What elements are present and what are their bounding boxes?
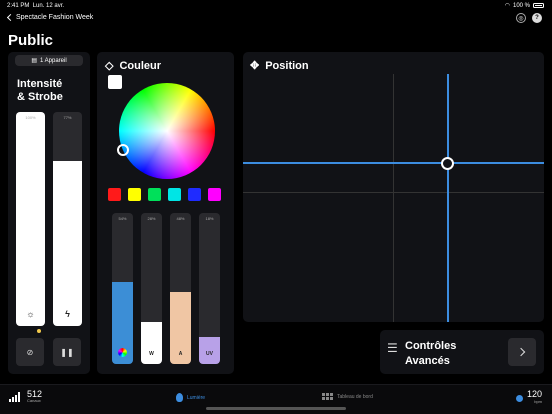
color-swatch[interactable] bbox=[188, 188, 201, 201]
status-time: 2:41 PM Lun. 12 avr. bbox=[7, 3, 65, 9]
slider-fill bbox=[141, 321, 162, 364]
color-value: 54% bbox=[118, 216, 127, 221]
back-label: Spectacle Fashion Week bbox=[16, 14, 94, 21]
strobe-value: 77% bbox=[63, 115, 72, 120]
strobe-slider[interactable]: 77% ϟ bbox=[53, 112, 82, 326]
pause-icon: ❚❚ bbox=[60, 347, 74, 357]
position-pad[interactable] bbox=[243, 74, 544, 322]
tab-dashboard[interactable]: Tableau de bord bbox=[322, 393, 373, 400]
dashboard-icon bbox=[322, 393, 333, 400]
pan-line bbox=[446, 74, 449, 322]
device-icon: ▤ bbox=[31, 58, 37, 64]
white-slider[interactable]: 28% W bbox=[141, 213, 162, 364]
lightning-icon: ϟ bbox=[65, 309, 70, 319]
tilt-line bbox=[243, 162, 544, 165]
bpm-indicator bbox=[515, 394, 523, 402]
white-preset[interactable] bbox=[108, 75, 122, 89]
white-glyph: W bbox=[149, 351, 154, 357]
bpm-control[interactable]: 120 bpm bbox=[515, 390, 542, 406]
color-presets bbox=[108, 188, 221, 201]
color-title: ◇ Couleur bbox=[105, 59, 162, 73]
position-handle[interactable] bbox=[441, 156, 455, 170]
droplet-icon: ◇ bbox=[105, 60, 114, 72]
sun-icon: ☼ bbox=[26, 309, 35, 319]
channels-counter: 512 Canaux bbox=[27, 389, 43, 404]
uv-value: 18% bbox=[205, 216, 214, 221]
color-swatch[interactable] bbox=[208, 188, 221, 201]
battery-percent: 100 % bbox=[512, 2, 530, 9]
page-title: Public bbox=[8, 32, 54, 49]
bulb-icon bbox=[176, 393, 183, 402]
position-panel: ✥ Position bbox=[243, 52, 544, 322]
pause-button[interactable]: ❚❚ bbox=[53, 338, 81, 366]
chevron-right-icon bbox=[516, 347, 525, 357]
nav-actions: ◎ ? bbox=[516, 13, 542, 23]
active-indicator bbox=[37, 329, 41, 333]
device-label: 1 Appareil bbox=[39, 57, 67, 64]
color-wheel[interactable] bbox=[119, 83, 215, 179]
intensity-value: 100% bbox=[25, 115, 36, 120]
nav-bar: Spectacle Fashion Week ◎ ? bbox=[0, 12, 552, 28]
amber-glyph: A bbox=[178, 351, 183, 357]
grid-line bbox=[393, 74, 394, 322]
chevron-left-icon bbox=[6, 13, 15, 22]
color-panel: ◇ Couleur 54% 28% W 48% A 18% UV bbox=[97, 52, 234, 374]
home-indicator bbox=[206, 407, 346, 410]
battery-icon bbox=[533, 3, 544, 8]
blackout-button[interactable]: ⊘ bbox=[16, 338, 44, 366]
slider-fill bbox=[16, 112, 45, 326]
intensity-slider[interactable]: 100% ☼ bbox=[16, 112, 45, 326]
color-swatch[interactable] bbox=[168, 188, 181, 201]
sliders-icon: ☰ bbox=[387, 341, 398, 355]
device-selector[interactable]: ▤ 1 Appareil bbox=[15, 55, 83, 66]
grid-line bbox=[243, 192, 544, 193]
white-value: 28% bbox=[147, 216, 156, 221]
color-slider[interactable]: 54% bbox=[112, 213, 133, 364]
status-bar: 2:41 PM Lun. 12 avr. ◠ 100 % bbox=[0, 0, 552, 12]
signal-icon bbox=[9, 392, 20, 402]
move-icon: ✥ bbox=[250, 60, 260, 72]
amber-slider[interactable]: 48% A bbox=[170, 213, 191, 364]
light-off-icon: ⊘ bbox=[26, 347, 34, 357]
help-icon[interactable]: ? bbox=[532, 13, 542, 23]
color-swatch[interactable] bbox=[148, 188, 161, 201]
color-wheel-icon bbox=[112, 348, 133, 359]
settings-icon[interactable]: ◎ bbox=[516, 13, 526, 23]
color-swatch[interactable] bbox=[128, 188, 141, 201]
slider-fill bbox=[53, 161, 82, 326]
tab-lumiere[interactable]: Lumière bbox=[176, 393, 205, 402]
uv-slider[interactable]: 18% UV bbox=[199, 213, 220, 364]
wifi-icon: ◠ bbox=[504, 3, 510, 9]
color-wheel-handle[interactable] bbox=[117, 144, 129, 156]
intensity-panel: ▤ 1 Appareil Intensité & Strobe 100% ☼ 7… bbox=[8, 52, 90, 374]
position-title: ✥ Position bbox=[250, 59, 309, 73]
status-icons: ◠ 100 % bbox=[505, 2, 544, 9]
intensity-title: Intensité & Strobe bbox=[17, 78, 63, 103]
advanced-controls-card[interactable]: ☰ Contrôles Avancés bbox=[380, 330, 544, 374]
uv-glyph: UV bbox=[206, 351, 213, 357]
amber-value: 48% bbox=[176, 216, 185, 221]
advanced-controls-button[interactable] bbox=[508, 338, 536, 366]
back-button[interactable]: Spectacle Fashion Week bbox=[6, 13, 94, 22]
advanced-controls-label: Contrôles Avancés bbox=[405, 340, 457, 367]
color-swatch[interactable] bbox=[108, 188, 121, 201]
